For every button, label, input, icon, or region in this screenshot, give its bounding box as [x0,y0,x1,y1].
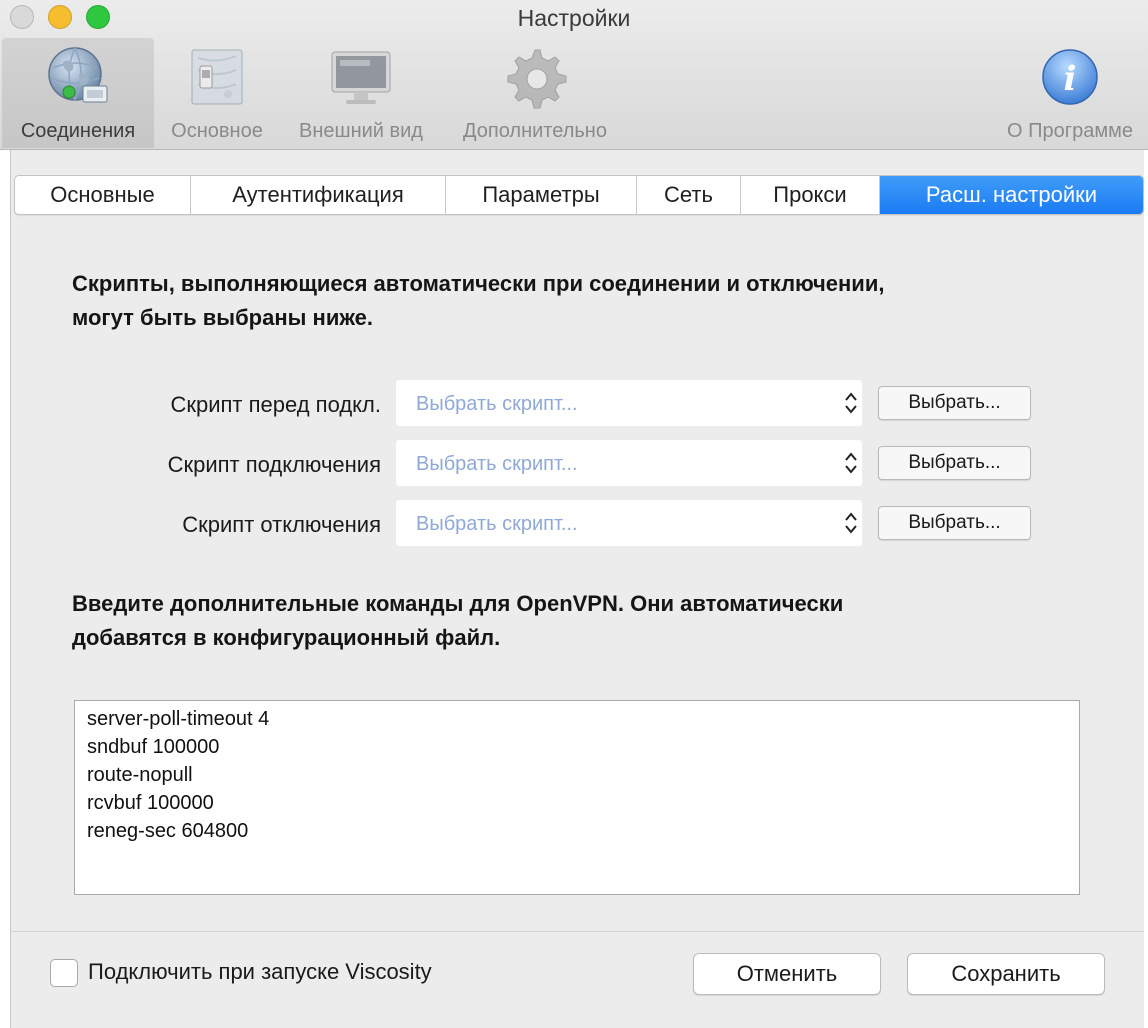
tab-advanced-settings[interactable]: Расш. настройки [880,176,1143,214]
updown-chevron-icon [845,452,857,474]
command-line: rcvbuf 100000 [87,792,214,814]
autoconnect-checkbox[interactable] [50,959,78,987]
toolbar-connections-label: Соединения [20,120,136,142]
appearance-monitor-icon [331,51,391,104]
preconnect-script-select[interactable]: Выбрать скрипт... [396,380,862,426]
scripts-heading: Скрипты, выполняющиеся автоматически при… [72,267,1092,335]
connect-script-placeholder: Выбрать скрипт... [416,453,578,475]
toolbar-appearance-label: Внешний вид [299,120,423,142]
toolbar-advanced-label: Дополнительно [463,120,607,142]
toolbar-advanced[interactable]: Дополнительно [446,38,624,148]
connect-script-select[interactable]: Выбрать скрипт... [396,440,862,486]
script-row-disconnect: Скрипт отключения Выбрать скрипт... Выбр… [0,500,1148,546]
advanced-gear-icon [507,49,567,109]
toolbar-connections[interactable]: Соединения [2,38,154,148]
disconnect-script-placeholder: Выбрать скрипт... [416,513,578,535]
info-icon: i [1042,49,1098,105]
commands-heading: Введите дополнительные команды для OpenV… [72,587,1092,655]
tab-options[interactable]: Параметры [446,176,637,214]
window-titlebar: Настройки Соединения Основное Внешний ви… [0,0,1148,150]
settings-tabs: Основные Аутентификация Параметры Сеть П… [14,175,1144,215]
tab-basic[interactable]: Основные [15,176,191,214]
svg-text:i: i [1064,59,1077,99]
disconnect-choose-button[interactable]: Выбрать... [878,506,1031,540]
cancel-button[interactable]: Отменить [693,953,881,995]
disconnect-script-select[interactable]: Выбрать скрипт... [396,500,862,546]
connect-script-label: Скрипт подключения [167,452,381,477]
window-title: Настройки [517,5,631,31]
toolbar-about-label: О Программе [1007,120,1133,142]
updown-chevron-icon [845,512,857,534]
openvpn-commands-textarea[interactable]: server-poll-timeout 4 sndbuf 100000 rout… [74,700,1080,895]
autoconnect-label[interactable]: Подключить при запуске Viscosity [88,959,432,985]
connections-globe-icon [48,47,108,103]
command-line: reneg-sec 604800 [87,820,249,842]
footer-divider [10,931,1144,932]
command-line: sndbuf 100000 [87,736,220,758]
toolbar-about[interactable]: i О Программе [996,38,1144,148]
save-button[interactable]: Сохранить [907,953,1105,995]
toolbar-general-label: Основное [171,120,263,142]
general-switch-icon [191,49,243,105]
tab-network[interactable]: Сеть [637,176,741,214]
script-row-connect: Скрипт подключения Выбрать скрипт... Выб… [0,440,1148,486]
command-line: route-nopull [87,764,193,786]
disconnect-script-label: Скрипт отключения [182,512,381,537]
script-row-preconnect: Скрипт перед подкл. Выбрать скрипт... Вы… [0,380,1148,426]
toolbar-appearance[interactable]: Внешний вид [284,38,438,148]
tab-proxy[interactable]: Прокси [741,176,880,214]
preconnect-choose-button[interactable]: Выбрать... [878,386,1031,420]
commands-heading-line1: Введите дополнительные команды для OpenV… [72,591,844,616]
tab-authentication[interactable]: Аутентификация [191,176,446,214]
scripts-heading-line2: могут быть выбраны ниже. [72,305,373,330]
connect-choose-button[interactable]: Выбрать... [878,446,1031,480]
command-line: server-poll-timeout 4 [87,708,270,730]
preconnect-script-label: Скрипт перед подкл. [170,392,381,417]
commands-heading-line2: добавятся в конфигурационный файл. [72,625,501,650]
toolbar-general[interactable]: Основное [160,38,274,148]
updown-chevron-icon [845,392,857,414]
preconnect-script-placeholder: Выбрать скрипт... [416,393,578,415]
scripts-heading-line1: Скрипты, выполняющиеся автоматически при… [72,271,885,296]
